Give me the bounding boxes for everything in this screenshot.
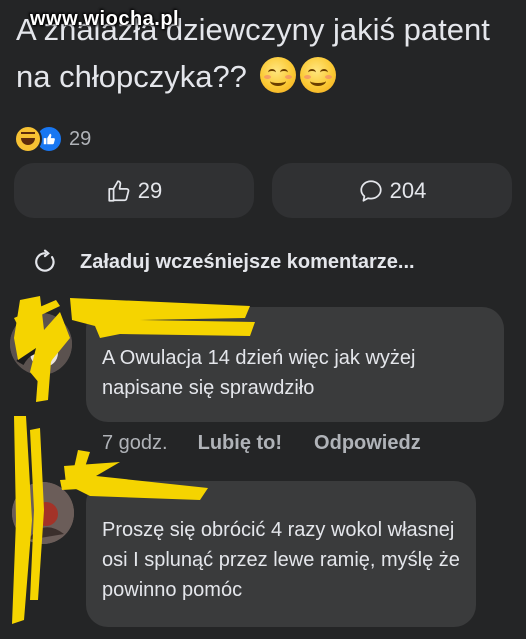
like-button[interactable]: 29 (14, 163, 254, 218)
smiling-face-icon (259, 57, 296, 93)
comment-text: Proszę się obrócić 4 razy wokol własnej … (102, 519, 460, 601)
comment-text: A Owulacja 14 dzień więc jak wyżej napis… (102, 347, 416, 399)
comment-author[interactable]: Mar (102, 317, 129, 334)
comment-reply-button[interactable]: Odpowiedz (314, 432, 421, 455)
like-count: 29 (137, 177, 163, 203)
avatar[interactable] (10, 313, 72, 375)
watermark: www.wiocha.pl (30, 8, 180, 30)
comment-button[interactable]: 204 (272, 163, 512, 218)
haha-reaction-icon (14, 125, 42, 153)
comment-bubble[interactable]: Proszę się obrócić 4 razy wokol własnej … (86, 481, 476, 627)
comment-actions: 7 godz. Lubię to! Odpowiedz (102, 432, 421, 455)
reactions-count: 29 (69, 127, 92, 150)
thumbs-up-icon (108, 179, 130, 202)
comment-bubble-icon (360, 179, 382, 202)
refresh-icon (35, 249, 55, 272)
comment-timestamp[interactable]: 7 godz. (102, 432, 168, 455)
reactions-summary[interactable]: 29 (14, 124, 91, 154)
comment-like-button[interactable]: Lubię to! (198, 432, 282, 455)
comment-count: 204 (389, 177, 427, 203)
smiling-face-icon (299, 57, 336, 93)
comment-bubble[interactable]: Mar A Owulacja 14 dzień więc jak wyżej n… (86, 307, 504, 422)
load-earlier-comments-label: Załaduj wcześniejsze komentarze... (80, 250, 415, 273)
load-earlier-comments[interactable]: Załaduj wcześniejsze komentarze... (32, 245, 415, 279)
avatar[interactable] (12, 482, 74, 544)
